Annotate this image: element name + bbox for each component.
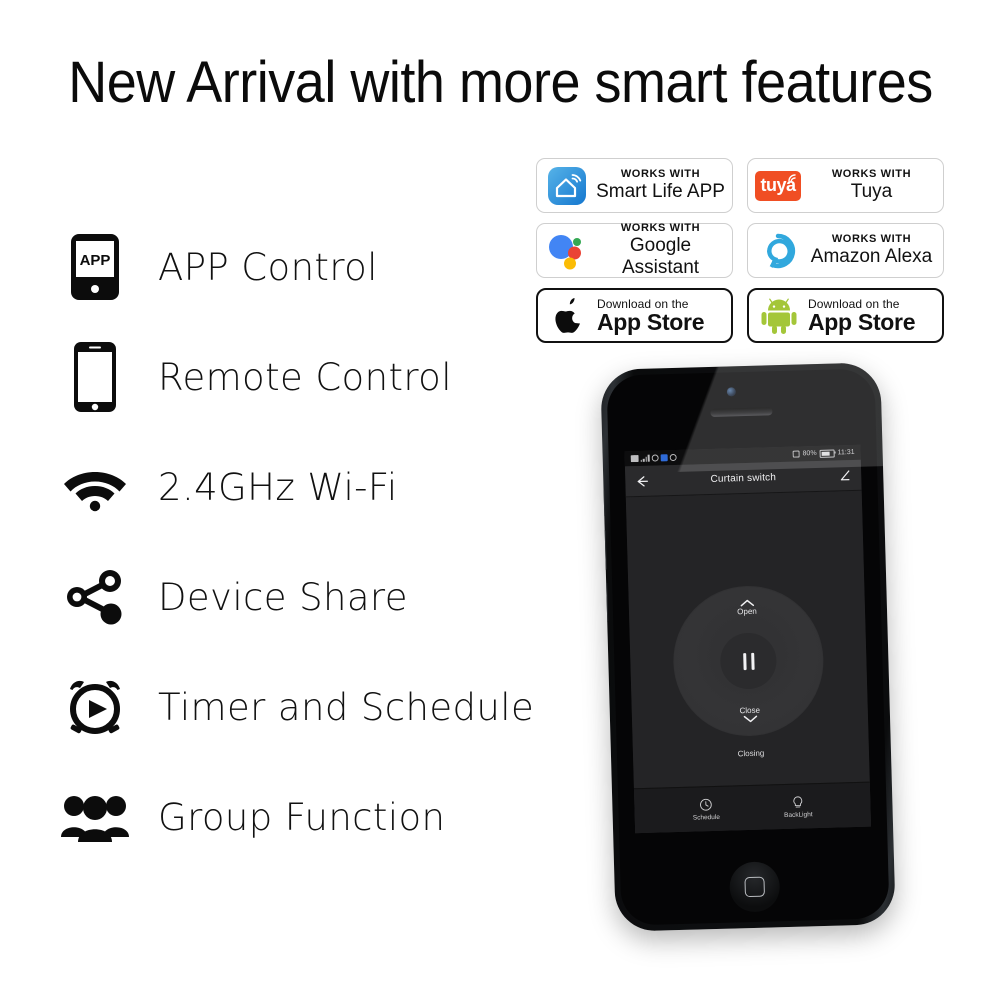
list-item-label: Timer and Schedule — [158, 685, 535, 729]
android-robot-icon — [756, 294, 802, 338]
promo-banner: New Arrival with more smart features APP… — [0, 0, 1001, 1001]
list-item-label: Group Function — [158, 795, 446, 839]
earpiece-speaker — [710, 407, 773, 417]
page-title: New Arrival with more smart features — [68, 50, 933, 115]
list-item-label: APP Control — [158, 245, 378, 289]
mute-icon — [792, 450, 800, 458]
close-label: Close — [739, 705, 761, 716]
alarm-clock-icon — [58, 670, 132, 744]
signal-icon — [640, 454, 650, 462]
badge-tuya[interactable]: tuya WORKS WITH Tuya — [747, 158, 944, 213]
badge-main-label: App Store — [597, 309, 705, 335]
badge-top-label: WORKS WITH — [831, 233, 912, 245]
badge-main-label: App Store — [808, 309, 916, 335]
phone-screen: 80% 11:31 Curtain switch Open Close Clos… — [624, 444, 872, 834]
badge-amazon-alexa[interactable]: WORKS WITH Amazon Alexa — [747, 223, 944, 278]
google-assistant-dots-icon — [544, 229, 590, 273]
pause-icon-bar — [750, 652, 755, 670]
status-badge: Closing — [737, 748, 765, 759]
app-phone-icon: APP — [58, 230, 132, 304]
battery-percent: 80% — [802, 450, 817, 458]
close-button[interactable]: Close — [676, 704, 824, 725]
amazon-alexa-ring-icon — [755, 229, 801, 273]
alarm-small-icon — [651, 454, 659, 462]
badge-smart-life-app[interactable]: WORKS WITH Smart Life APP — [536, 158, 733, 213]
phone-body: 80% 11:31 Curtain switch Open Close Clos… — [600, 362, 896, 932]
open-button[interactable]: Open — [673, 597, 821, 618]
sim-icon — [630, 455, 639, 463]
arrow-left-icon[interactable] — [635, 474, 648, 487]
curtain-dial[interactable]: Open Close — [671, 583, 826, 739]
pause-button[interactable] — [719, 632, 778, 690]
pencil-edit-icon[interactable] — [838, 469, 851, 482]
app-title: Curtain switch — [710, 471, 777, 485]
tab-backlight[interactable]: BackLight — [784, 795, 813, 819]
list-item: Device Share — [58, 542, 578, 652]
badge-top-label: WORKS WITH — [620, 222, 701, 234]
badge-main-label: Google Assistant — [621, 235, 700, 278]
status-bar-right: 80% 11:31 — [792, 448, 855, 458]
list-item: Group Function — [58, 762, 578, 872]
bulb-icon — [793, 795, 803, 807]
badge-main-label: Tuya — [850, 181, 893, 202]
apple-icon — [545, 294, 591, 338]
chevron-down-icon — [743, 715, 757, 723]
badge-main-label: Smart Life APP — [596, 181, 725, 202]
volume-down-button[interactable] — [604, 581, 609, 622]
smartphone-icon — [58, 340, 132, 414]
badge-android-app-store[interactable]: Download on the App Store — [747, 288, 944, 343]
badge-apple-app-store[interactable]: Download on the App Store — [536, 288, 733, 343]
clock-time: 11:31 — [837, 448, 855, 457]
phone-mockup: 80% 11:31 Curtain switch Open Close Clos… — [600, 362, 896, 932]
list-item: APP APP Control — [58, 212, 578, 322]
clock-icon — [700, 798, 712, 811]
list-item-label: 2.4GHz Wi-Fi — [158, 465, 398, 509]
status-bar-left — [630, 454, 677, 463]
list-item: Timer and Schedule — [58, 652, 578, 762]
badge-google-assistant[interactable]: WORKS WITH Google Assistant — [536, 222, 733, 278]
smart-life-house-wifi-icon — [544, 164, 590, 208]
tuya-logo-icon: tuya — [755, 164, 801, 208]
tab-schedule[interactable]: Schedule — [692, 797, 720, 821]
sync-icon — [669, 454, 677, 462]
dial-ring: Open Close — [672, 584, 825, 738]
tab-label: BackLight — [783, 810, 813, 819]
list-item-label: Remote Control — [158, 355, 452, 399]
pause-icon-bar — [742, 652, 747, 670]
silent-switch[interactable] — [601, 489, 606, 517]
compatibility-badges: WORKS WITH Smart Life APP tuya WORKS WIT… — [536, 158, 944, 353]
list-item: Remote Control — [58, 322, 578, 432]
share-nodes-icon — [58, 560, 132, 634]
badge-top-label: WORKS WITH — [831, 168, 912, 180]
group-people-icon — [58, 780, 132, 854]
battery-icon — [819, 449, 835, 458]
home-square-icon — [744, 876, 765, 898]
feature-list: APP APP Control Remote Control 2.4GHz Wi… — [58, 212, 578, 872]
wifi-icon — [58, 450, 132, 524]
list-item: 2.4GHz Wi-Fi — [58, 432, 578, 542]
volume-up-button[interactable] — [602, 529, 607, 570]
bluetooth-icon — [660, 454, 668, 462]
badge-top-label: WORKS WITH — [620, 168, 701, 180]
device-control-panel: Open Close Closing Schedule BackLight — [625, 490, 872, 834]
open-label: Open — [737, 606, 757, 617]
svg-text:APP: APP — [80, 252, 111, 269]
list-item-label: Device Share — [158, 575, 408, 619]
bottom-tab-bar: Schedule BackLight — [633, 781, 872, 834]
tab-label: Schedule — [692, 813, 721, 822]
badge-main-label: Amazon Alexa — [810, 246, 933, 267]
